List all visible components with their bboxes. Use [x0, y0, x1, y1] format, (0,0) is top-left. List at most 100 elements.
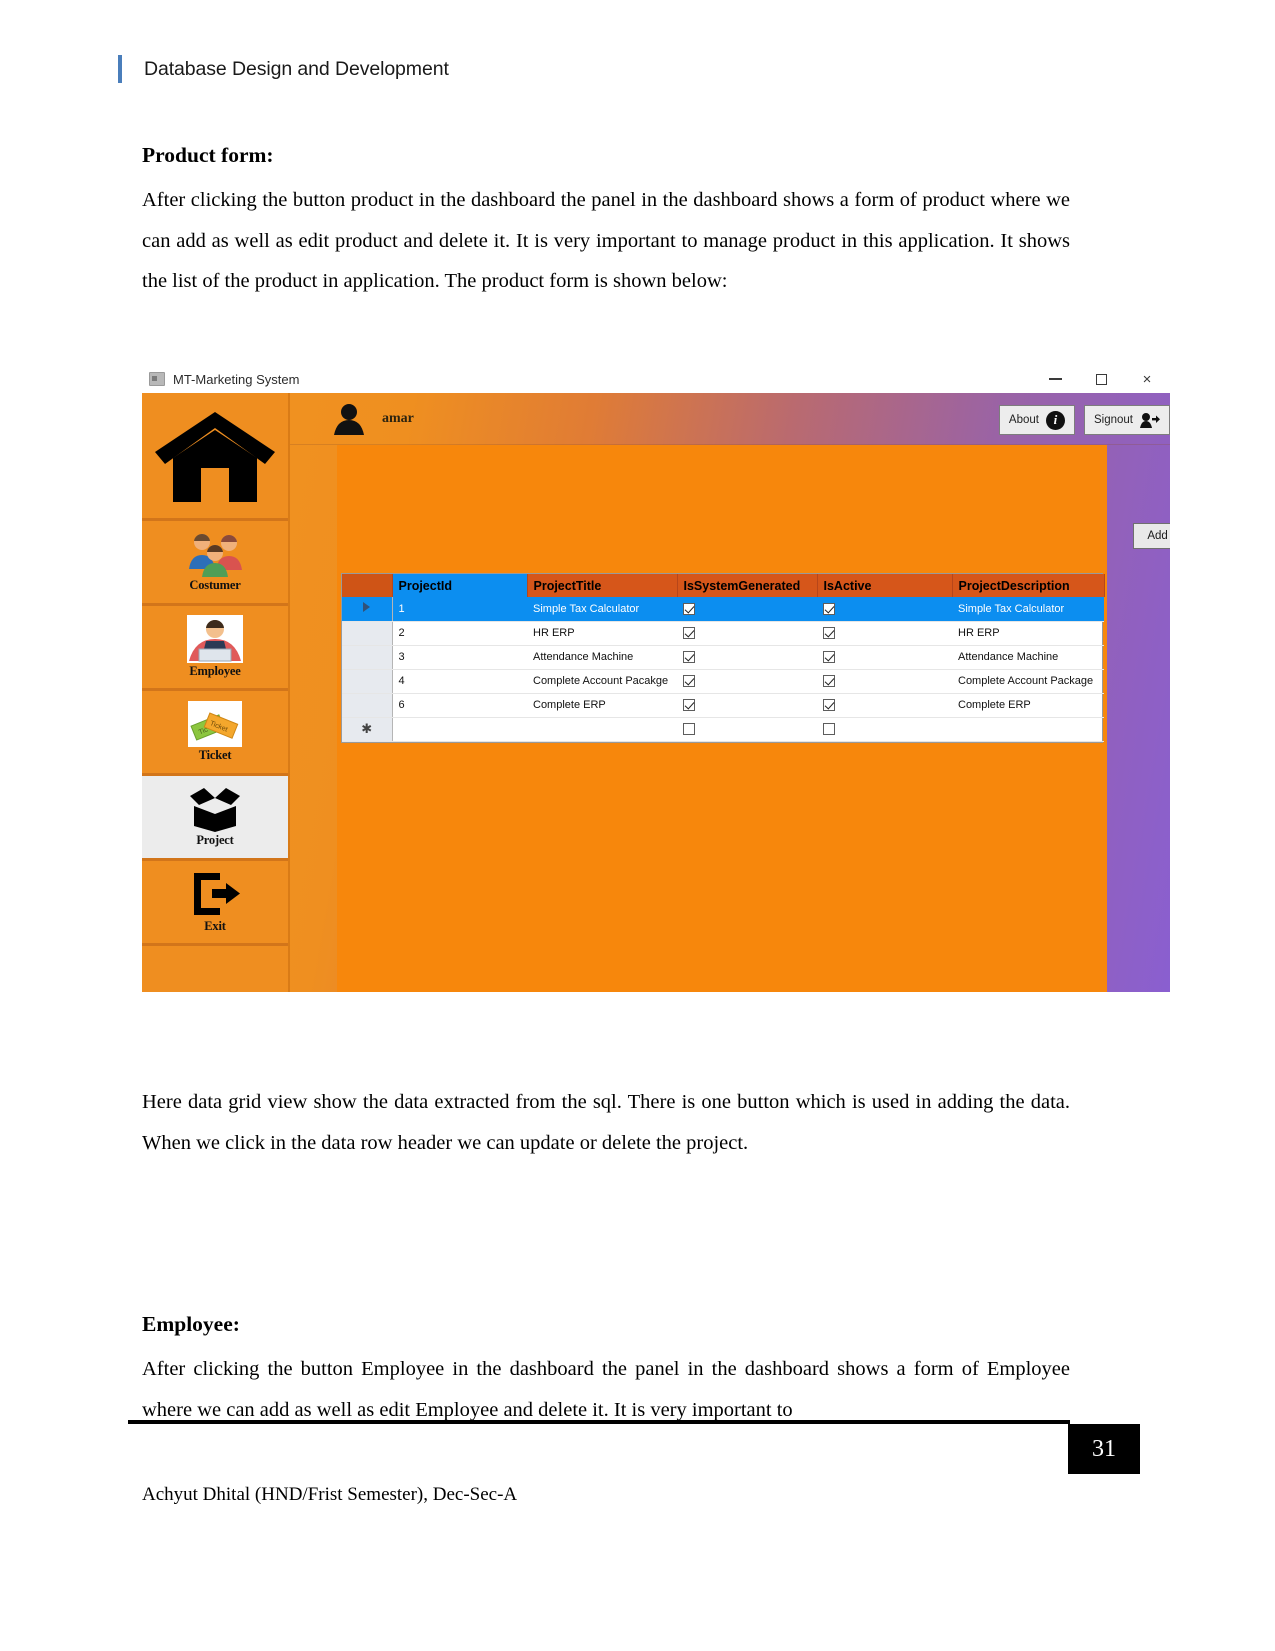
cell-projecttitle[interactable]: Complete Account Pacakge	[527, 669, 677, 694]
checkbox-issystemgenerated[interactable]	[683, 627, 695, 640]
footer-author-line: Achyut Dhital (HND/Frist Semester), Dec-…	[142, 1484, 518, 1505]
cell-projectdescription[interactable]	[952, 717, 1104, 742]
cell-projectid[interactable]: 4	[392, 669, 527, 694]
application-window: Costumer Employee Tic Ticket Ticket Proj…	[142, 393, 1170, 992]
window-title: MT-Marketing System	[173, 371, 300, 387]
cell-issystemgenerated[interactable]	[677, 597, 817, 622]
sidebar-item-exit[interactable]: Exit	[142, 861, 288, 946]
row-header-cell[interactable]	[342, 597, 393, 622]
cell-projectdescription[interactable]: Attendance Machine	[952, 645, 1104, 670]
sidebar-item-ticket[interactable]: Tic Ticket Ticket	[142, 691, 288, 776]
column-header-projectid[interactable]: ProjectId	[392, 574, 528, 597]
employee-heading: Employee:	[142, 1312, 240, 1336]
table-row[interactable]: 2 HR ERP HR ERP	[342, 621, 1104, 646]
table-row[interactable]: 3 Attendance Machine Attendance Machine	[342, 645, 1104, 670]
cell-issystemgenerated[interactable]	[677, 717, 817, 742]
table-body: 1 Simple Tax Calculator Simple Tax Calcula…	[342, 597, 1104, 742]
minimize-button[interactable]	[1032, 365, 1078, 393]
cell-projecttitle[interactable]	[527, 717, 677, 742]
cell-projectdescription[interactable]: Simple Tax Calculator	[952, 597, 1104, 622]
sidebar-item-employee[interactable]: Employee	[142, 606, 288, 691]
maximize-button[interactable]	[1078, 365, 1124, 393]
cell-issystemgenerated[interactable]	[677, 621, 817, 646]
cell-projecttitle[interactable]: HR ERP	[527, 621, 677, 646]
row-header-cell[interactable]	[342, 693, 393, 718]
user-name-label: amar	[382, 410, 414, 426]
about-button[interactable]: About i	[998, 405, 1075, 435]
new-row-icon: ✱	[361, 721, 373, 736]
cell-isactive[interactable]	[817, 693, 952, 718]
sidebar-item-label: Ticket	[198, 748, 232, 762]
cell-projectdescription[interactable]: Complete Account Package	[952, 669, 1104, 694]
topbar-actions: About i Signout	[998, 405, 1170, 435]
window-titlebar: MT-Marketing System ×	[142, 365, 1170, 393]
checkbox-isactive[interactable]	[823, 675, 835, 688]
row-header-cell[interactable]	[342, 645, 393, 670]
signout-button[interactable]: Signout	[1083, 405, 1170, 435]
cell-projectid[interactable]: 2	[392, 621, 527, 646]
cell-projectid[interactable]: 1	[392, 597, 527, 622]
cell-projectid[interactable]: 3	[392, 645, 527, 670]
column-header-projectdescription[interactable]: ProjectDescription	[952, 574, 1105, 597]
column-header-corner[interactable]	[342, 574, 393, 597]
cell-isactive[interactable]	[817, 669, 952, 694]
checkbox-isactive[interactable]	[823, 651, 835, 664]
cell-isactive[interactable]	[817, 621, 952, 646]
cell-isactive[interactable]	[817, 597, 952, 622]
column-header-issystemgenerated[interactable]: IsSystemGenerated	[677, 574, 818, 597]
table-row[interactable]: 6 Complete ERP Complete ERP	[342, 693, 1104, 718]
signout-label: Signout	[1093, 414, 1133, 426]
checkbox-isactive[interactable]	[823, 699, 835, 712]
app-topbar: amar About i Signout	[290, 393, 1170, 445]
sidebar-navigation: Costumer Employee Tic Ticket Ticket Proj…	[142, 393, 290, 992]
cell-projectid[interactable]: 6	[392, 693, 527, 718]
sidebar-item-project[interactable]: Project	[142, 776, 288, 861]
footer-divider	[128, 1420, 1070, 1424]
checkbox-isactive[interactable]	[823, 627, 835, 640]
checkbox-issystemgenerated[interactable]	[683, 699, 695, 712]
cell-isactive[interactable]	[817, 645, 952, 670]
table-header-row: ProjectId ProjectTitle IsSystemGenerated…	[342, 574, 1105, 597]
column-header-projecttitle[interactable]: ProjectTitle	[527, 574, 678, 597]
row-header-cell[interactable]: ✱	[342, 717, 393, 742]
window-controls: ×	[1032, 365, 1170, 393]
row-selector-icon	[363, 602, 371, 613]
sidebar-item-home[interactable]	[142, 393, 288, 521]
minimize-icon	[1048, 378, 1062, 380]
checkbox-isactive[interactable]	[823, 602, 835, 615]
cell-isactive[interactable]	[817, 717, 952, 742]
table-row[interactable]: 4 Complete Account Pacakge Complete Accoun…	[342, 669, 1104, 694]
projects-data-grid[interactable]: ProjectId ProjectTitle IsSystemGenerated…	[341, 573, 1105, 743]
signout-icon	[1140, 413, 1160, 428]
close-button[interactable]: ×	[1124, 365, 1170, 393]
checkbox-issystemgenerated[interactable]	[683, 651, 695, 664]
employee-icon	[187, 615, 243, 663]
checkbox-issystemgenerated[interactable]	[683, 602, 695, 615]
table-row[interactable]: ✱	[342, 717, 1104, 742]
cell-projectdescription[interactable]: HR ERP	[952, 621, 1104, 646]
cell-issystemgenerated[interactable]	[677, 669, 817, 694]
cell-issystemgenerated[interactable]	[677, 693, 817, 718]
sidebar-item-costumer[interactable]: Costumer	[142, 521, 288, 606]
sidebar-item-label: Exit	[204, 919, 226, 933]
row-header-cell[interactable]	[342, 669, 393, 694]
info-icon: i	[1045, 410, 1065, 430]
cell-projecttitle[interactable]: Simple Tax Calculator	[527, 597, 677, 622]
column-header-isactive[interactable]: IsActive	[817, 574, 953, 597]
grid-note-paragraph: Here data grid view show the data extrac…	[142, 1091, 1070, 1154]
cell-projecttitle[interactable]: Complete ERP	[527, 693, 677, 718]
row-header-cell[interactable]	[342, 621, 393, 646]
user-avatar-icon	[334, 403, 364, 435]
cell-projecttitle[interactable]: Attendance Machine	[527, 645, 677, 670]
checkbox-issystemgenerated[interactable]	[683, 675, 695, 688]
projects-table: ProjectId ProjectTitle IsSystemGenerated…	[342, 574, 1105, 742]
checkbox-isactive[interactable]	[823, 723, 835, 736]
application-screenshot-figure: MT-Marketing System × Costumer Employee …	[142, 365, 1170, 992]
cell-projectdescription[interactable]: Complete ERP	[952, 693, 1104, 718]
checkbox-issystemgenerated[interactable]	[683, 723, 695, 736]
page-number: 31	[1092, 1435, 1116, 1462]
cell-issystemgenerated[interactable]	[677, 645, 817, 670]
cell-projectid[interactable]	[392, 717, 527, 742]
table-row[interactable]: 1 Simple Tax Calculator Simple Tax Calcula…	[342, 597, 1104, 622]
add-new-project-button[interactable]: Add New Project	[1133, 523, 1170, 549]
